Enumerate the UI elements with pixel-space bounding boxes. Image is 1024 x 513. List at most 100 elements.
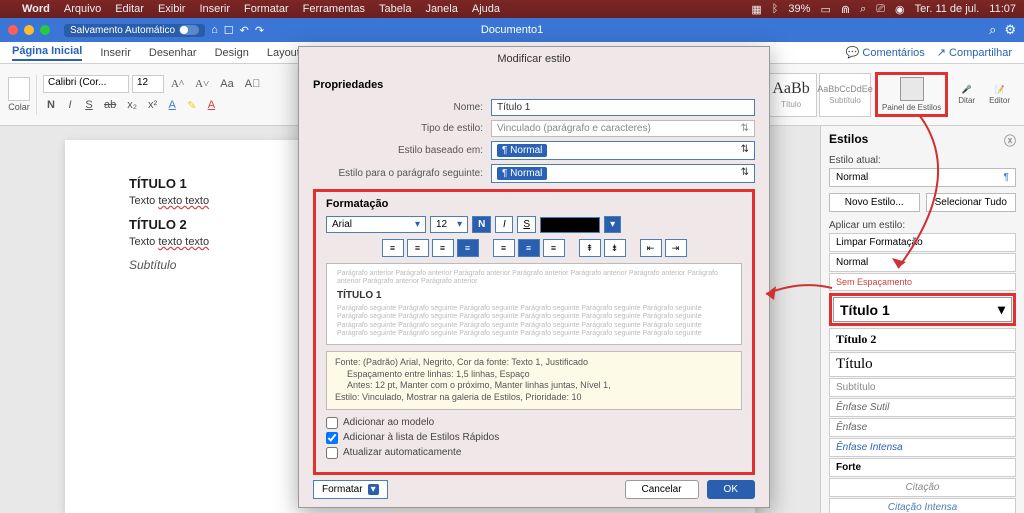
underline-button[interactable]: S <box>517 216 536 233</box>
align-left-icon[interactable]: ≡ <box>382 239 404 257</box>
clear-format-icon[interactable]: A⃠ <box>241 75 265 93</box>
menu-ajuda[interactable]: Ajuda <box>472 3 500 15</box>
close-window-icon[interactable] <box>8 25 18 35</box>
cancel-button[interactable]: Cancelar <box>625 480 699 499</box>
add-to-quickstyles-checkbox[interactable] <box>326 432 338 444</box>
search-icon[interactable]: ⌕ <box>860 3 866 16</box>
align-justify-icon[interactable]: ≡ <box>457 239 479 257</box>
menu-exibir[interactable]: Exibir <box>158 3 186 15</box>
tab-design[interactable]: Design <box>215 47 249 59</box>
style-citacao[interactable]: Citação <box>829 478 1016 497</box>
style-subtitulo[interactable]: Subtítulo <box>829 378 1016 397</box>
highlight-icon[interactable]: ✎ <box>183 96 200 115</box>
superscript-icon[interactable]: x² <box>144 96 161 114</box>
font-family-select[interactable]: Calibri (Cor... <box>43 75 129 93</box>
settings-icon[interactable]: ⚙ <box>1004 22 1016 38</box>
menubar-time[interactable]: 11:07 <box>989 3 1016 15</box>
style-no-spacing[interactable]: Sem Espaçamento <box>829 273 1016 291</box>
close-icon[interactable]: ⓧ <box>1004 132 1016 149</box>
font-family-select[interactable]: Arial▾ <box>326 216 426 233</box>
dictate-button[interactable]: 🎤 Ditar <box>952 85 981 105</box>
based-on-select[interactable]: ¶ Normal⇅ <box>491 141 755 160</box>
font-size-select[interactable]: 12 <box>132 75 164 93</box>
chevron-down-icon[interactable]: ▾ <box>998 301 1005 318</box>
space-after-icon[interactable]: ⇟ <box>604 239 626 257</box>
maximize-window-icon[interactable] <box>40 25 50 35</box>
style-forte[interactable]: Forte <box>829 458 1016 477</box>
menu-arquivo[interactable]: Arquivo <box>64 3 101 15</box>
style-normal[interactable]: Normal <box>829 253 1016 272</box>
current-style-box[interactable]: Normal¶ <box>829 168 1016 187</box>
font-color-swatch[interactable] <box>540 217 600 233</box>
strike-icon[interactable]: ab <box>100 96 120 114</box>
style-clear-format[interactable]: Limpar Formatação <box>829 233 1016 252</box>
indent-right-icon[interactable]: ⇥ <box>665 239 687 257</box>
menu-janela[interactable]: Janela <box>425 3 457 15</box>
style-name-input[interactable]: Título 1 <box>491 99 755 116</box>
comments-button[interactable]: 💬 Comentários <box>846 46 925 59</box>
subscript-icon[interactable]: x₂ <box>123 96 141 114</box>
style-enfase[interactable]: Ênfase <box>829 418 1016 437</box>
bluetooth-icon[interactable]: ᛒ <box>772 3 779 15</box>
select-all-button[interactable]: Selecionar Tudo <box>926 193 1017 212</box>
battery-icon[interactable]: ▭ <box>820 3 830 16</box>
font-color2-icon[interactable]: A <box>203 96 219 114</box>
indent-left-icon[interactable]: ⇤ <box>640 239 662 257</box>
align-center-icon[interactable]: ≡ <box>407 239 429 257</box>
style-titulo2[interactable]: Título 2 <box>829 328 1016 351</box>
line-spacing-1-icon[interactable]: ≡ <box>493 239 515 257</box>
control-center-icon[interactable]: ⎚ <box>876 3 885 16</box>
italic-icon[interactable]: I <box>62 96 78 114</box>
menu-formatar[interactable]: Formatar <box>244 3 289 15</box>
style-enfase-sutil[interactable]: Ênfase Sutil <box>829 398 1016 417</box>
style-preview-subtitulo[interactable]: AaBbCcDdEe Subtítulo <box>819 73 871 117</box>
auto-update-checkbox[interactable] <box>326 447 338 459</box>
menu-tabela[interactable]: Tabela <box>379 3 411 15</box>
apps-icon[interactable]: ▦ <box>751 3 761 16</box>
app-name[interactable]: Word <box>22 3 50 15</box>
wifi-icon[interactable]: ⋒ <box>841 3 850 16</box>
minimize-window-icon[interactable] <box>24 25 34 35</box>
siri-icon[interactable]: ◉ <box>895 3 905 16</box>
tab-layout[interactable]: Layout <box>267 47 300 59</box>
autosave-toggle[interactable]: Salvamento Automático <box>64 24 205 37</box>
decrease-font-icon[interactable]: A˅ <box>191 75 213 93</box>
search-doc-icon[interactable]: ⌕ <box>989 22 996 38</box>
line-spacing-15-icon[interactable]: ≡ <box>518 239 540 257</box>
styles-pane-button[interactable]: Painel de Estilos <box>875 72 948 117</box>
style-titulo1[interactable]: Título 1▾ <box>833 297 1012 322</box>
font-color-icon[interactable]: A <box>164 96 180 114</box>
paste-button[interactable]: Colar <box>8 77 30 112</box>
style-preview-titulo[interactable]: AaBb Título <box>765 73 817 117</box>
format-menu-button[interactable]: Formatar▾ <box>313 480 388 499</box>
line-spacing-2-icon[interactable]: ≡ <box>543 239 565 257</box>
tab-insert[interactable]: Inserir <box>100 47 131 59</box>
tab-home[interactable]: Página Inicial <box>12 45 82 61</box>
redo-icon[interactable]: ↷ <box>255 24 264 37</box>
bold-button[interactable]: N <box>472 216 491 233</box>
style-enfase-intensa[interactable]: Ênfase Intensa <box>829 438 1016 457</box>
tab-draw[interactable]: Desenhar <box>149 47 197 59</box>
menubar-date[interactable]: Ter. 11 de jul. <box>915 3 980 15</box>
underline-icon[interactable]: S <box>81 96 97 114</box>
save-icon[interactable]: ☐ <box>224 24 234 37</box>
undo-icon[interactable]: ↶ <box>240 24 249 37</box>
increase-font-icon[interactable]: A^ <box>167 75 188 93</box>
menu-inserir[interactable]: Inserir <box>199 3 230 15</box>
change-case-icon[interactable]: Aa <box>216 75 237 93</box>
share-button[interactable]: ↗ Compartilhar <box>937 46 1012 59</box>
italic-button[interactable]: I <box>495 216 513 233</box>
add-to-template-checkbox[interactable] <box>326 417 338 429</box>
space-before-icon[interactable]: ⇞ <box>579 239 601 257</box>
editor-button[interactable]: 📝 Editor <box>983 85 1016 105</box>
font-size-select[interactable]: 12▾ <box>430 216 468 233</box>
home-icon[interactable]: ⌂ <box>211 24 218 36</box>
bold-icon[interactable]: N <box>43 96 59 114</box>
menu-ferramentas[interactable]: Ferramentas <box>303 3 365 15</box>
style-titulo[interactable]: Título <box>829 352 1016 377</box>
style-citacao-intensa[interactable]: Citação Intensa <box>829 498 1016 513</box>
new-style-button[interactable]: Novo Estilo... <box>829 193 920 212</box>
color-dropdown-icon[interactable]: ▾ <box>604 216 621 233</box>
next-para-select[interactable]: ¶ Normal⇅ <box>491 164 755 183</box>
menu-editar[interactable]: Editar <box>115 3 144 15</box>
